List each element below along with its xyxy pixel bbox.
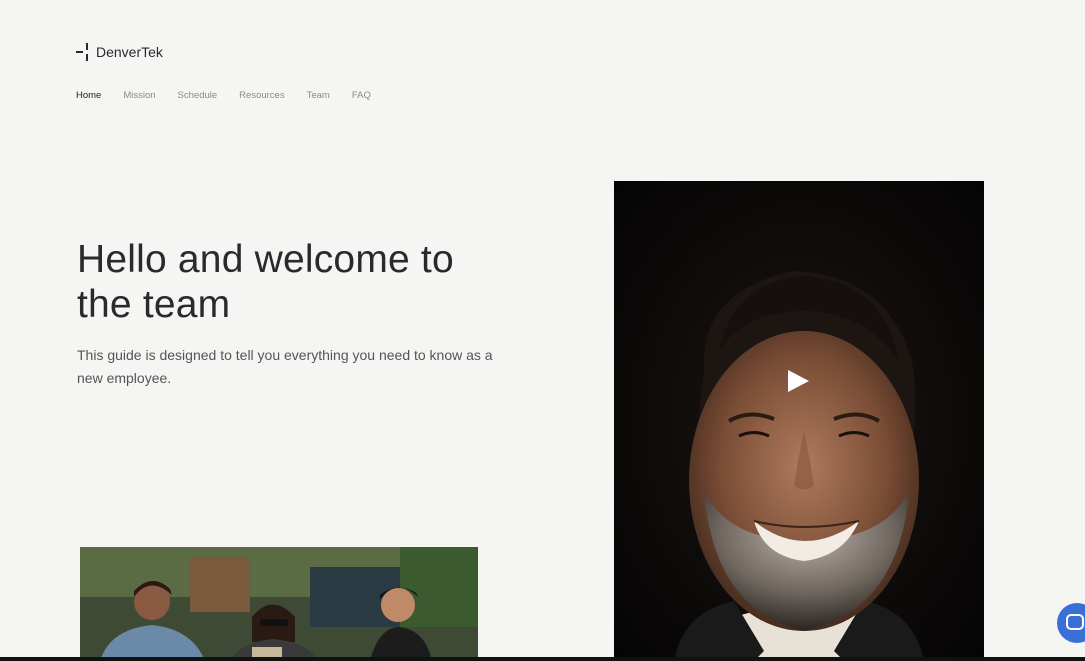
page: DenverTek Home Mission Schedule Resource… (0, 0, 1085, 661)
chat-launcher-button[interactable] (1057, 603, 1085, 643)
main-nav: Home Mission Schedule Resources Team FAQ (76, 90, 371, 101)
welcome-video[interactable] (614, 181, 984, 661)
logo-mark-icon (76, 43, 90, 61)
bottom-edge-bar (0, 657, 1085, 661)
nav-item-team[interactable]: Team (307, 90, 330, 101)
team-photo (80, 547, 478, 661)
chat-icon (1066, 614, 1084, 630)
nav-item-mission[interactable]: Mission (123, 90, 155, 101)
play-icon[interactable] (788, 370, 809, 392)
nav-item-home[interactable]: Home (76, 90, 101, 101)
nav-item-resources[interactable]: Resources (239, 90, 284, 101)
video-thumbnail-portrait (614, 181, 984, 661)
nav-item-schedule[interactable]: Schedule (178, 90, 218, 101)
brand-name: DenverTek (96, 44, 163, 60)
hero-description: This guide is designed to tell you every… (77, 347, 493, 386)
nav-item-faq[interactable]: FAQ (352, 90, 371, 101)
hero-title: Hello and welcome to the team (77, 238, 454, 326)
team-photo-image (80, 547, 478, 661)
brand-logo[interactable]: DenverTek (76, 43, 163, 61)
